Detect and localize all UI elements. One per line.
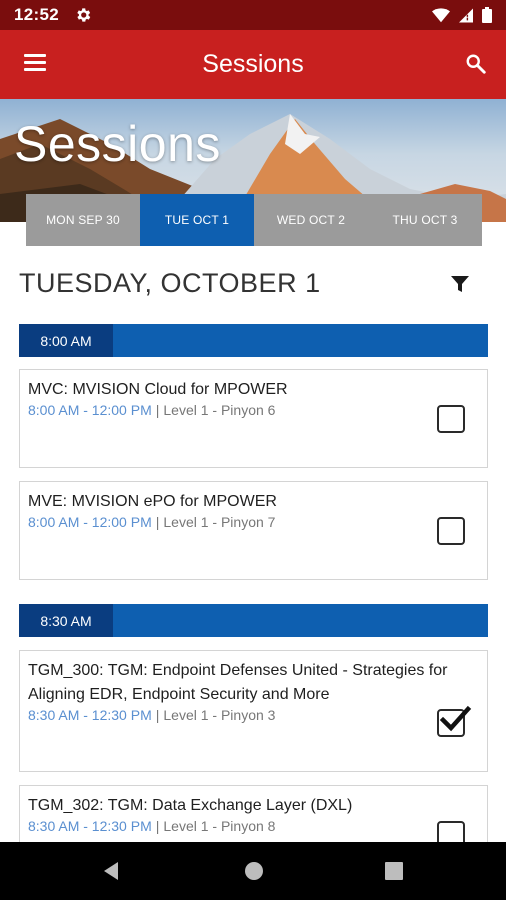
- hero-title: Sessions: [14, 116, 221, 172]
- app-bar: Sessions: [0, 30, 506, 99]
- session-time: 8:30 AM - 12:30 PM: [28, 818, 152, 834]
- wifi-icon: [432, 7, 450, 28]
- session-meta: 8:30 AM - 12:30 PM | Level 1 - Pinyon 3: [28, 707, 276, 723]
- session-title: MVE: MVISION ePO for MPOWER: [28, 493, 277, 510]
- tab-wed-oct-2[interactable]: WED OCT 2: [254, 194, 368, 246]
- time-group-header: 8:30 AM: [19, 604, 488, 637]
- session-time: 8:30 AM - 12:30 PM: [28, 707, 152, 723]
- day-tabs: MON SEP 30 TUE OCT 1 WED OCT 2 THU OCT 3: [26, 194, 482, 246]
- search-icon[interactable]: [465, 53, 487, 80]
- tab-mon-sep-30[interactable]: MON SEP 30: [26, 194, 140, 246]
- battery-icon: [482, 7, 492, 28]
- session-checkbox[interactable]: [437, 405, 465, 433]
- session-title: TGM_300: TGM: Endpoint Defenses United -…: [28, 662, 448, 703]
- session-title: TGM_302: TGM: Data Exchange Layer (DXL): [28, 797, 353, 814]
- gear-icon: [74, 6, 92, 29]
- day-heading: TUESDAY, OCTOBER 1: [19, 268, 321, 298]
- session-title: MVC: MVISION Cloud for MPOWER: [28, 381, 288, 398]
- session-checkbox-checked[interactable]: [437, 705, 472, 737]
- time-group-label: 8:00 AM: [19, 324, 113, 357]
- session-location: Level 1 - Pinyon 6: [163, 402, 276, 418]
- navigation-bar: [0, 842, 506, 900]
- session-card[interactable]: MVE: MVISION ePO for MPOWER 8:00 AM - 12…: [19, 481, 488, 580]
- session-meta: 8:30 AM - 12:30 PM | Level 1 - Pinyon 8: [28, 818, 276, 834]
- system-icons: [432, 7, 492, 28]
- session-meta: 8:00 AM - 12:00 PM | Level 1 - Pinyon 7: [28, 514, 276, 530]
- session-location: Level 1 - Pinyon 3: [163, 707, 276, 723]
- signal-icon: [459, 8, 473, 28]
- session-time: 8:00 AM - 12:00 PM: [28, 514, 152, 530]
- status-time: 12:52: [14, 5, 59, 24]
- session-card[interactable]: TGM_300: TGM: Endpoint Defenses United -…: [19, 650, 488, 772]
- session-location: Level 1 - Pinyon 7: [163, 514, 276, 530]
- back-icon[interactable]: [100, 860, 122, 887]
- session-card[interactable]: MVC: MVISION Cloud for MPOWER 8:00 AM - …: [19, 369, 488, 468]
- recents-icon[interactable]: [383, 860, 405, 887]
- time-group-header: 8:00 AM: [19, 324, 488, 357]
- time-group-label: 8:30 AM: [19, 604, 113, 637]
- filter-icon[interactable]: [450, 274, 470, 299]
- tab-tue-oct-1[interactable]: TUE OCT 1: [140, 194, 254, 246]
- session-meta: 8:00 AM - 12:00 PM | Level 1 - Pinyon 6: [28, 402, 276, 418]
- home-icon[interactable]: [243, 860, 265, 887]
- session-location: Level 1 - Pinyon 8: [163, 818, 276, 834]
- checkmark-icon: [439, 705, 472, 732]
- app-bar-title: Sessions: [202, 50, 304, 78]
- status-bar: 12:52: [0, 0, 506, 30]
- session-checkbox[interactable]: [437, 517, 465, 545]
- session-time: 8:00 AM - 12:00 PM: [28, 402, 152, 418]
- tab-thu-oct-3[interactable]: THU OCT 3: [368, 194, 482, 246]
